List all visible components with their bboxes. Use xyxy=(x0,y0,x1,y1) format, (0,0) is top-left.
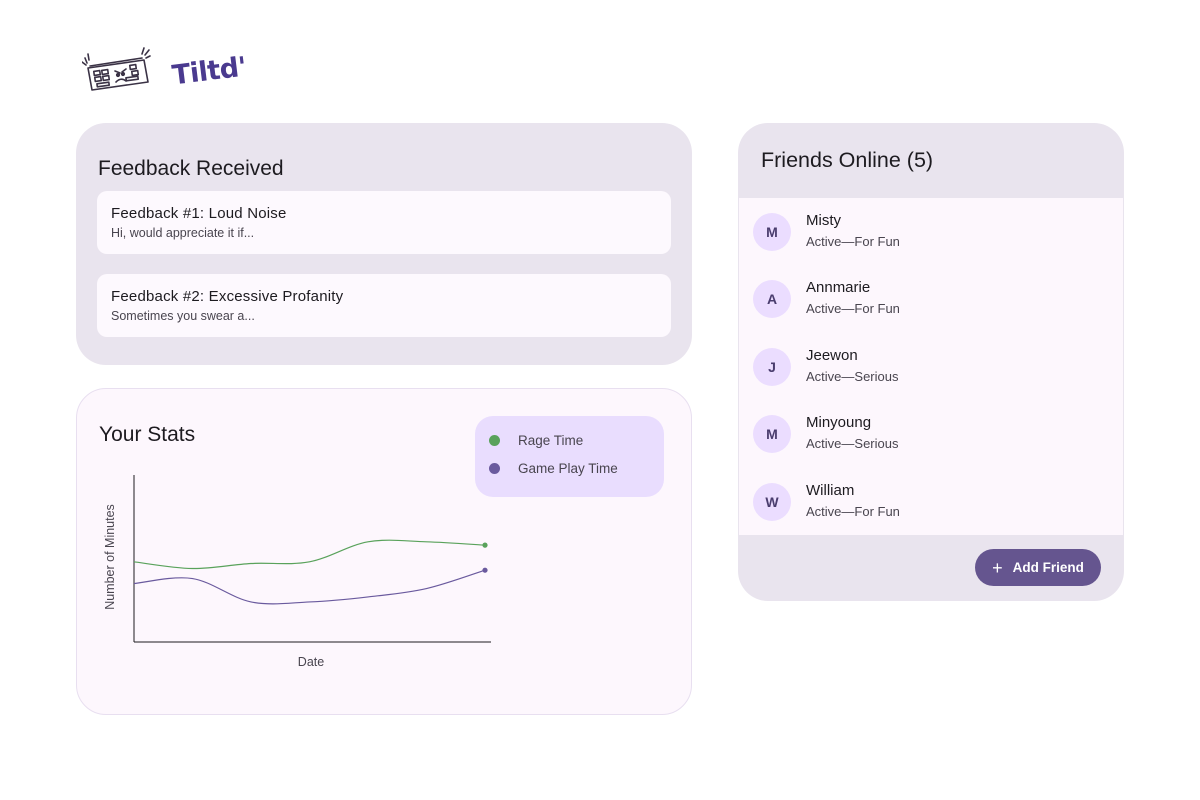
brand-name: Tiltd' xyxy=(170,51,249,92)
add-friend-button[interactable]: + Add Friend xyxy=(975,549,1101,586)
avatar: M xyxy=(753,213,791,251)
stats-chart: Number of Minutes Date xyxy=(103,475,491,669)
series-line-game-play-time xyxy=(133,569,486,605)
series-end-point-game-play-time xyxy=(482,567,488,573)
feedback-item-title: Feedback #1: Loud Noise xyxy=(111,205,287,222)
add-friend-label: Add Friend xyxy=(1012,560,1084,575)
stats-card: Your Stats Rage Time Game Play Time Numb… xyxy=(76,388,692,715)
friend-name: Jeewon xyxy=(806,347,858,364)
list-item[interactable]: M Minyoung Active—Serious xyxy=(739,400,1123,460)
friend-status: Active—For Fun xyxy=(806,504,900,519)
friend-name: Annmarie xyxy=(806,279,871,296)
feedback-item-title: Feedback #2: Excessive Profanity xyxy=(111,288,344,305)
list-item[interactable]: M Misty Active—For Fun xyxy=(739,198,1123,258)
friend-status: Active—Serious xyxy=(806,436,899,451)
avatar: M xyxy=(753,415,791,453)
angry-keyboard-icon xyxy=(82,47,151,91)
feedback-title: Feedback Received xyxy=(98,157,284,180)
feedback-item[interactable]: Feedback #1: Loud Noise Hi, would apprec… xyxy=(97,191,671,254)
friend-name: Misty xyxy=(806,212,841,229)
avatar: A xyxy=(753,280,791,318)
series-line-rage-time xyxy=(133,539,486,570)
friend-status: Active—For Fun xyxy=(806,301,900,316)
feedback-item-preview: Hi, would appreciate it if... xyxy=(111,226,255,240)
friend-status: Active—Serious xyxy=(806,369,899,384)
plus-icon: + xyxy=(992,557,1003,578)
feedback-card: Feedback Received Feedback #1: Loud Nois… xyxy=(76,123,692,365)
friends-card: Friends Online (5) M Misty Active—For Fu… xyxy=(738,123,1124,601)
avatar: J xyxy=(753,348,791,386)
list-item[interactable]: J Jeewon Active—Serious xyxy=(739,333,1123,393)
x-axis-label: Date xyxy=(298,655,324,669)
series-end-point-rage-time xyxy=(482,542,488,548)
brand: Tiltd' xyxy=(82,44,248,98)
feedback-item[interactable]: Feedback #2: Excessive Profanity Sometim… xyxy=(97,274,671,337)
friends-title: Friends Online (5) xyxy=(761,148,934,172)
friend-name: William xyxy=(806,482,855,499)
friend-status: Active—For Fun xyxy=(806,234,900,249)
list-item[interactable]: W William Active—For Fun xyxy=(739,468,1123,528)
feedback-item-preview: Sometimes you swear a... xyxy=(111,309,255,323)
list-item[interactable]: A Annmarie Active—For Fun xyxy=(739,265,1123,325)
friends-list: M Misty Active—For Fun A Annmarie Active… xyxy=(739,198,1123,535)
avatar: W xyxy=(753,483,791,521)
friend-name: Minyoung xyxy=(806,414,872,431)
series-layer xyxy=(133,539,488,605)
y-axis-label: Number of Minutes xyxy=(103,504,117,610)
